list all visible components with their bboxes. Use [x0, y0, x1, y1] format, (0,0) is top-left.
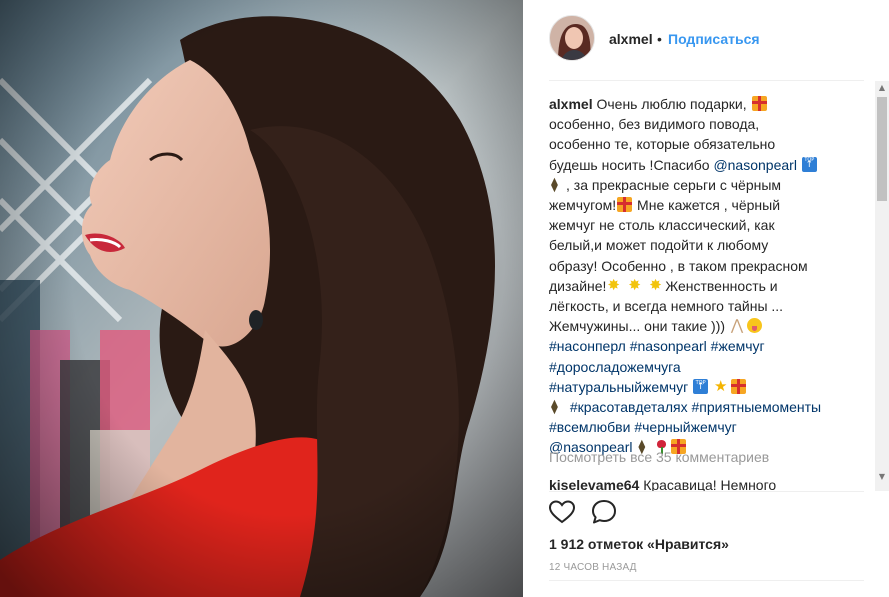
- caption-text: [623, 278, 627, 294]
- hashtag-link[interactable]: #nasonpearl: [630, 338, 707, 354]
- view-all-comments-link[interactable]: Посмотреть все 35 комментариев: [549, 449, 769, 465]
- hashtag-link[interactable]: #красотавдеталях: [570, 399, 688, 415]
- post-timestamp[interactable]: 12 ЧАСОВ НАЗАД: [549, 562, 637, 573]
- caption-text: будешь носить !Спасибо: [549, 156, 714, 173]
- caption-line: #красотавдеталях #приятныемоменты: [549, 397, 827, 417]
- caption-text: особенно, без видимого повода,: [549, 116, 760, 133]
- sparkle-icon: [628, 275, 643, 295]
- avatar[interactable]: [549, 15, 595, 61]
- caption-text: Жемчужины... они такие ))): [549, 318, 729, 335]
- caption-text: [797, 157, 801, 173]
- scrollbar-thumb[interactable]: [877, 97, 887, 201]
- caption-line: белый,и может подойти к любому: [549, 235, 827, 255]
- caption-text: белый,и может подойти к любому: [549, 237, 769, 254]
- caption-line: особенно те, которые обязательно: [549, 134, 827, 154]
- divider: [549, 491, 864, 492]
- likes-count[interactable]: 1 912 отметок «Нравится»: [549, 536, 729, 552]
- scroll-down-arrow-icon[interactable]: ▼: [875, 470, 889, 484]
- post-side-panel: alxmel • Подписаться alxmel Очень люблю …: [523, 0, 889, 597]
- caption-username[interactable]: alxmel: [549, 96, 593, 112]
- caption-line: будешь носить !Спасибо @nasonpearl: [549, 150, 827, 175]
- caption-line: , за прекрасные серьги с чёрным: [549, 175, 827, 195]
- caption-line: лёгкость, и всегда немного тайны ...: [549, 296, 827, 316]
- caption-text: [709, 379, 713, 395]
- hashtag-link[interactable]: #всемлюбви: [549, 419, 630, 435]
- caption-line: жемчугом! Мне кажется , чёрный: [549, 195, 827, 215]
- caption-line: #натуральныйжемчуг: [549, 373, 827, 397]
- post-photo[interactable]: [0, 0, 523, 597]
- heart-outline-icon: [548, 500, 576, 524]
- caption-text: Мне кажется , чёрный: [633, 197, 781, 214]
- hashtag-link[interactable]: #черныйжемчуг: [634, 419, 736, 435]
- hashtag-link[interactable]: #доросладожемчуга: [549, 359, 681, 375]
- follow-button[interactable]: Подписаться: [668, 31, 760, 47]
- caption-line: Жемчужины... они такие ))): [549, 315, 827, 336]
- scroll-up-arrow-icon[interactable]: ▲: [875, 81, 889, 95]
- caption-line: дизайне! Женственность и: [549, 275, 827, 296]
- earring-icon: [550, 175, 565, 195]
- hashtag-link[interactable]: #жемчуг: [711, 338, 765, 354]
- caption-line: alxmel Очень люблю подарки,: [549, 94, 827, 114]
- hashtag-link[interactable]: #приятныемоменты: [692, 399, 822, 415]
- caption-text: особенно те, которые обязательно: [549, 136, 776, 153]
- caption-text: образу! Особенно , в таком прекрасном: [549, 257, 808, 274]
- post-image: [0, 0, 523, 597]
- sparkle-icon: [649, 275, 664, 295]
- comment-text: Красавица! Немного: [643, 477, 777, 491]
- gift-icon: [731, 378, 747, 394]
- caption-line: особенно, без видимого повода,: [549, 114, 827, 134]
- caption-line: #доросладожемчуга: [549, 357, 827, 377]
- top-arrow-icon: [801, 150, 817, 175]
- comment-username[interactable]: kiselevame64: [549, 477, 639, 491]
- hashtag-link[interactable]: #натуральныйжемчуг: [549, 379, 688, 395]
- avatar-image: [550, 16, 594, 60]
- caption-text: Очень люблю подарки,: [596, 96, 751, 112]
- caption-line: #насонперл #nasonpearl #жемчуг: [549, 336, 827, 356]
- caption-text: Женственность и: [665, 277, 778, 294]
- caption-text: жемчуг не столь классический, как: [549, 217, 775, 234]
- comment-button[interactable]: [589, 497, 619, 527]
- speech-bubble-icon: [592, 500, 616, 524]
- comment-item: kiselevame64 Красавица! Немного: [549, 477, 776, 491]
- top-arrow-icon: [693, 373, 709, 397]
- comments-area[interactable]: alxmel Очень люблю подарки, особенно, бе…: [549, 81, 874, 491]
- caption-line: образу! Особенно , в таком прекрасном: [549, 256, 827, 276]
- pray-icon: [730, 315, 745, 335]
- tongue-face-icon: [746, 318, 762, 334]
- mention-link[interactable]: @nasonpearl: [713, 157, 797, 173]
- header-username[interactable]: alxmel: [609, 31, 653, 47]
- caption-text: , за прекрасные серьги с чёрным: [566, 176, 782, 193]
- caption-text: [644, 278, 648, 294]
- sparkle-icon: [607, 275, 622, 295]
- caption-text: жемчугом!: [549, 197, 617, 214]
- divider: [549, 580, 864, 581]
- post-header: alxmel • Подписаться: [523, 0, 889, 80]
- star-icon: [714, 376, 729, 396]
- like-button[interactable]: [547, 497, 577, 527]
- caption-text: [688, 379, 692, 395]
- post-caption: alxmel Очень люблю подарки, особенно, бе…: [549, 94, 827, 458]
- caption-line: жемчуг не столь классический, как: [549, 215, 827, 235]
- header-separator: •: [657, 31, 662, 47]
- hashtag-link[interactable]: #насонперл: [549, 338, 626, 354]
- earring-icon: [550, 397, 565, 417]
- caption-line: #всемлюбви #черныйжемчуг: [549, 417, 827, 437]
- gift-icon: [617, 197, 633, 213]
- caption-text: дизайне!: [549, 277, 607, 294]
- gift-icon: [751, 96, 767, 111]
- caption-text: лёгкость, и всегда немного тайны ...: [549, 298, 784, 315]
